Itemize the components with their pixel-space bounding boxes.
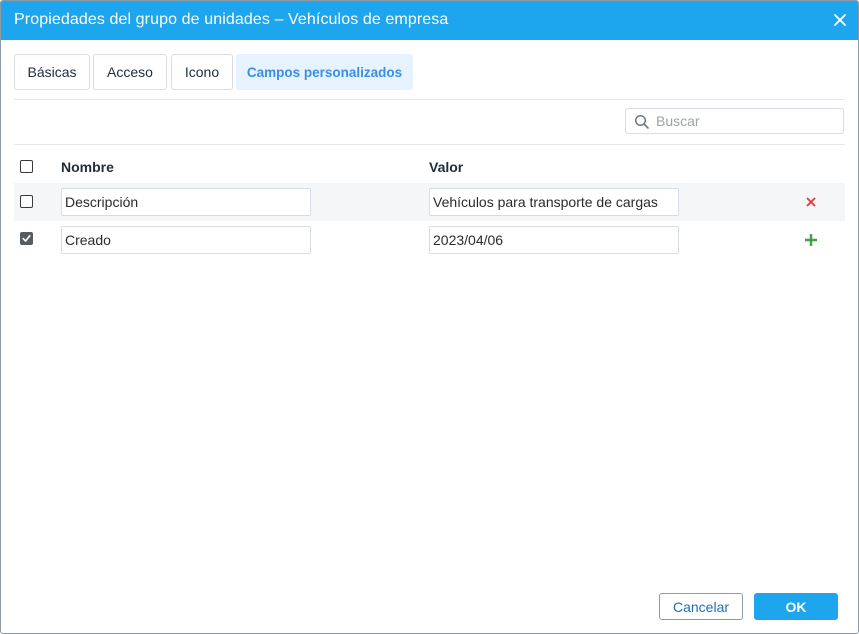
ok-button[interactable]: OK [754,593,838,620]
delete-icon [806,197,816,207]
tabs-divider [14,99,845,100]
tab-campos-personalizados[interactable]: Campos personalizados [236,54,413,90]
column-header-name: Nombre [61,159,114,175]
field-value-input[interactable] [429,188,679,216]
close-icon [834,14,846,26]
add-icon [805,234,817,246]
table-row [14,221,845,259]
add-field-button[interactable] [804,233,818,247]
dialog-title: Propiedades del grupo de unidades – Vehí… [14,11,449,28]
close-button[interactable] [830,10,850,30]
properties-dialog: Propiedades del grupo de unidades – Vehí… [0,0,859,634]
tab-basicas[interactable]: Básicas [14,54,90,90]
table-row [14,183,845,221]
delete-field-button[interactable] [804,195,818,209]
search-input[interactable] [656,111,836,131]
dialog-titlebar: Propiedades del grupo de unidades – Vehí… [1,1,858,40]
tab-icono[interactable]: Icono [171,54,233,90]
search-divider [14,144,845,145]
search-icon [634,114,649,129]
row-checkbox[interactable] [20,232,33,245]
tab-acceso[interactable]: Acceso [93,54,167,90]
checkmark-icon [22,235,31,242]
select-all-checkbox[interactable] [20,160,33,173]
table-header: Nombre Valor [14,151,845,181]
column-header-value: Valor [429,159,464,175]
search-box [625,108,844,134]
cancel-button[interactable]: Cancelar [659,593,743,620]
field-name-input[interactable] [61,188,311,216]
row-checkbox[interactable] [20,195,33,208]
field-value-input[interactable] [429,226,679,254]
field-name-input[interactable] [61,226,311,254]
